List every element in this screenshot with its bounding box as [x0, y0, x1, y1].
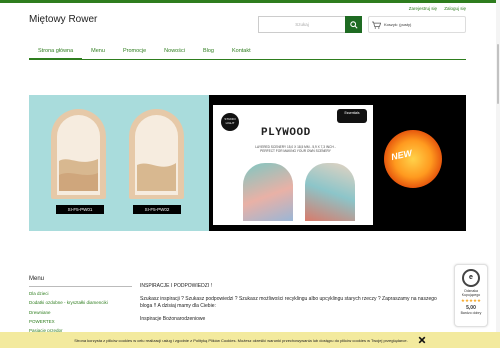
banner-spec: LAYERED SCENERY 15,0 X 18,5 MM - 5,9 X 7… — [233, 145, 358, 153]
product-code-caption: SI-F5-PW01 — [56, 205, 104, 214]
banner-spec-line: PERFECT FOR MAKING YOUR OWN SCENERY — [260, 149, 331, 154]
cart-button[interactable]: Koszyk: (pusty) — [368, 16, 466, 33]
content-subheading: Inspiracje Bożonarodzeniowe — [140, 316, 206, 322]
trust-seal-icon: e — [462, 269, 480, 287]
top-accent-bar — [0, 0, 500, 3]
studio-light-logo: STUDIO LIGHT — [221, 113, 239, 131]
cookie-text: Strona korzysta z plików cookies w celu … — [74, 337, 408, 343]
trusted-shop-badge[interactable]: e Odznaka Kupującego ★★★★★ 5,00 Bardzo d… — [454, 264, 488, 327]
arch-interior-art — [59, 159, 98, 191]
content-paragraph: Szukasz inspiracji ? Szukasz podpowiedzi… — [140, 296, 437, 309]
register-link[interactable]: Zarejestruj się — [409, 6, 437, 11]
promo-banner[interactable]: SI-F5-PW01 SI-F5-PW02 STUDIO LIGHT Essen… — [29, 95, 466, 231]
sidebar-item-wooden[interactable]: Drewniane — [29, 310, 51, 315]
scrollbar-thumb[interactable] — [497, 44, 499, 104]
cart-label: Koszyk: (pusty) — [384, 22, 412, 27]
nav-item-promotions[interactable]: Promocje — [114, 42, 155, 60]
main-nav: Strona główna Menu Promocje Nowości Blog… — [29, 42, 466, 60]
nav-item-new[interactable]: Nowości — [155, 42, 194, 60]
close-icon[interactable] — [418, 336, 426, 344]
cookie-notice: Strona korzysta z plików cookies w celu … — [0, 332, 500, 348]
account-links: Zarejestruj się Zaloguj się — [403, 6, 466, 11]
arch-interior-art — [137, 163, 176, 191]
scenery-sample-image — [243, 163, 293, 221]
sidebar-item-decorations[interactable]: Dodatki ozdobne - kryształki diamenciki — [29, 300, 108, 305]
essentials-logo: Essentials — [337, 109, 367, 123]
product-code-caption: SI-F5-PW02 — [133, 205, 181, 214]
wooden-arch-frame — [129, 109, 184, 199]
page-scrollbar[interactable] — [496, 0, 500, 348]
sidebar-item-powertex[interactable]: POWERTEX — [29, 319, 55, 324]
store-logo-text[interactable]: Miętowy Rower — [29, 14, 97, 25]
search-input[interactable]: Szukaj — [258, 16, 346, 33]
blog-intro: INSPIRACJE I PODPOWIEDZI ! Szukasz inspi… — [140, 283, 440, 329]
search-button[interactable] — [345, 16, 362, 33]
banner-product-photo: SI-F5-PW01 SI-F5-PW02 — [29, 95, 209, 231]
banner-plywood-panel: STUDIO LIGHT Essentials PLYWOOD LAYERED … — [213, 105, 373, 225]
cart-icon — [372, 21, 381, 29]
nav-item-contact[interactable]: Kontakt — [223, 42, 260, 60]
nav-item-home[interactable]: Strona główna — [29, 42, 83, 60]
content-heading: INSPIRACJE I PODPOWIEDZI ! — [140, 283, 212, 289]
nav-item-menu[interactable]: Menu — [82, 42, 114, 60]
star-icon: ★★★★★ — [460, 298, 482, 303]
banner-title: PLYWOOD — [261, 127, 311, 139]
search-icon — [349, 20, 358, 29]
login-link[interactable]: Zaloguj się — [444, 6, 466, 11]
nav-item-blog[interactable]: Blog — [194, 42, 223, 60]
sidebar-item-kids[interactable]: Dla dzieci — [29, 291, 49, 296]
trust-rating-word: Bardzo dobry — [460, 311, 482, 315]
trust-line2: Kupującego — [461, 293, 481, 297]
wooden-arch-frame — [51, 109, 106, 199]
scenery-sample-image — [305, 163, 355, 221]
sidebar-divider — [29, 286, 132, 287]
sidebar-menu-title: Menu — [29, 276, 45, 282]
